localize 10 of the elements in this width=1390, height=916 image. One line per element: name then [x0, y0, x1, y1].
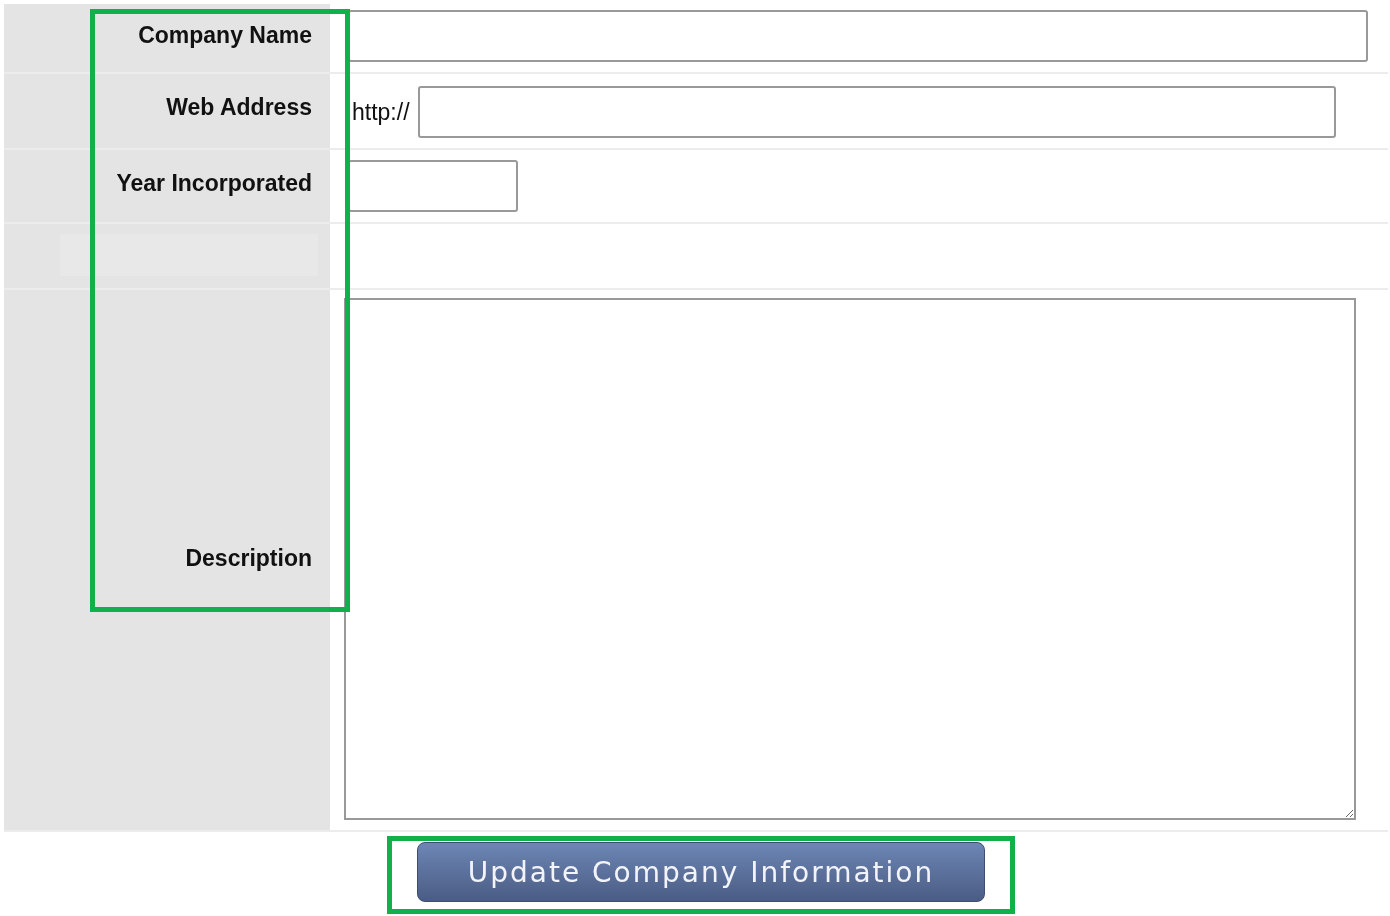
- url-prefix: http://: [352, 98, 410, 126]
- year-field[interactable]: [348, 160, 518, 212]
- description-field[interactable]: [344, 298, 1356, 820]
- field-label: Description: [185, 545, 312, 573]
- company-name-field[interactable]: [348, 10, 1368, 62]
- field-label: Web Address: [166, 94, 312, 122]
- update-button[interactable]: Update Company Information: [417, 842, 985, 902]
- web-address-field[interactable]: [417, 86, 1336, 138]
- field-label: Company Name: [138, 22, 312, 50]
- field-label: Year Incorporated: [116, 170, 312, 198]
